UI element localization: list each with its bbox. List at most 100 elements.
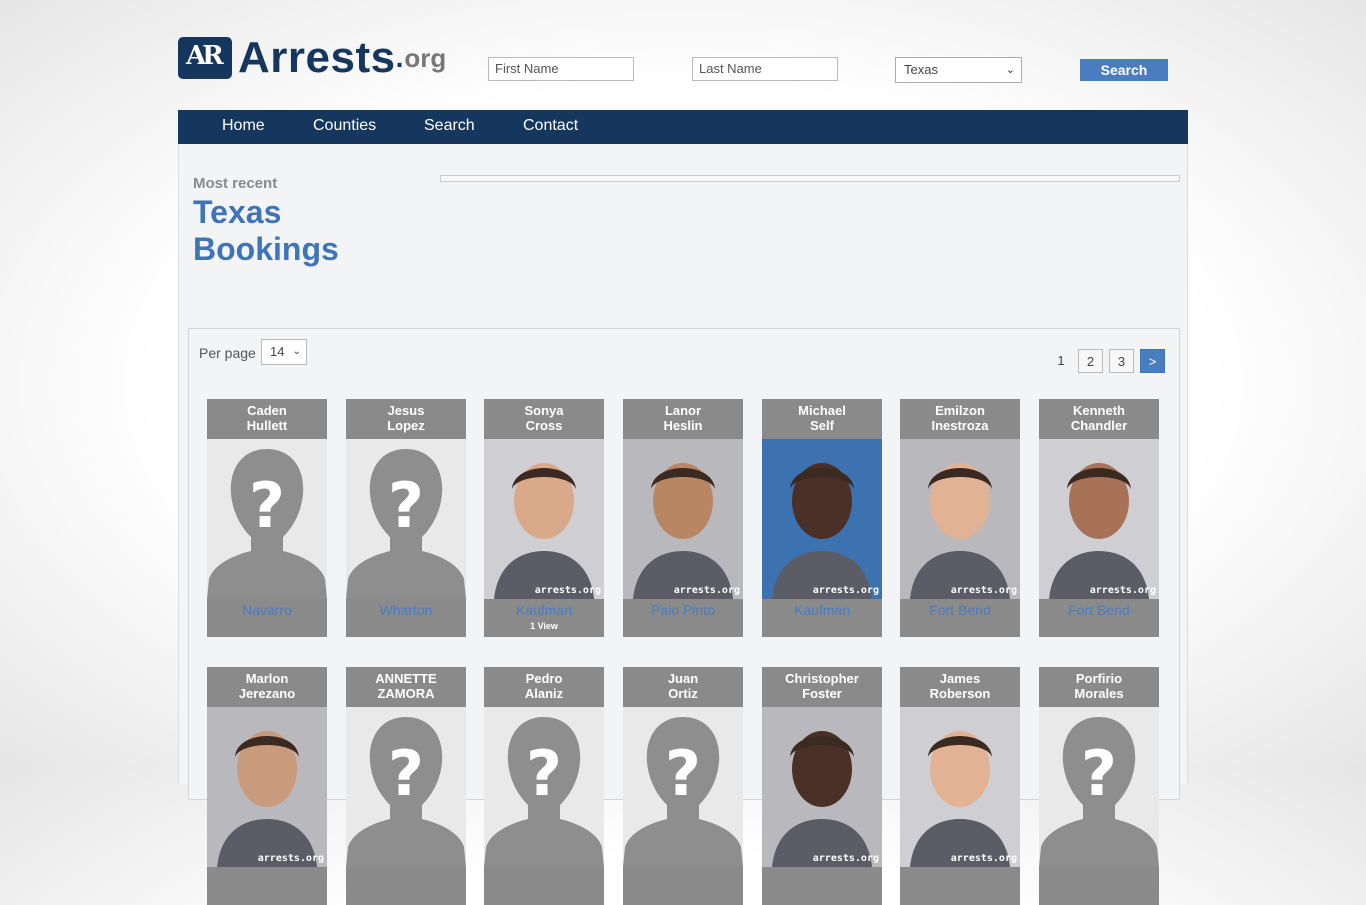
inmate-first-name: Sonya	[524, 403, 564, 418]
inmate-first-name: Pedro	[525, 671, 563, 686]
no-photo-silhouette-icon[interactable]: ?	[207, 439, 327, 599]
county-link[interactable]: Fort Bend	[900, 599, 1020, 621]
page-3-link[interactable]: 3	[1109, 349, 1134, 373]
inmate-last-name: Lopez	[387, 418, 425, 433]
county-link[interactable]: Fort Bend	[1039, 599, 1159, 621]
inmate-name[interactable]: Porfirio Morales	[1039, 667, 1159, 707]
inmate-last-name: Roberson	[929, 686, 991, 701]
inmate-last-name: Heslin	[663, 418, 703, 433]
per-page-select[interactable]: 14 ⌄	[261, 339, 307, 365]
inmate-card[interactable]: ANNETTE ZAMORA?	[346, 667, 466, 905]
inmate-name[interactable]: Lanor Heslin	[623, 399, 743, 439]
last-name-input[interactable]: Last Name	[692, 57, 838, 81]
chevron-down-icon: ⌄	[1005, 64, 1015, 76]
main-content: Most recent Texas Bookings Per page 14 ⌄ …	[178, 144, 1188, 905]
search-button[interactable]: Search	[1080, 59, 1168, 81]
inmate-card[interactable]: Juan Ortiz?	[623, 667, 743, 905]
inmate-last-name: Morales	[1074, 686, 1124, 701]
inmate-last-name: Chandler	[1070, 418, 1128, 433]
nav-home[interactable]: Home	[222, 110, 265, 142]
county-link[interactable]: Palo Pinto	[623, 599, 743, 621]
inmate-name[interactable]: ANNETTE ZAMORA	[346, 667, 466, 707]
site-logo[interactable]: AR Arrests. org	[178, 36, 446, 80]
mugshot-photo[interactable]: arrests.org	[762, 439, 882, 599]
inmate-card[interactable]: Christopher Foster arrests.org	[762, 667, 882, 905]
mugshot-photo[interactable]: arrests.org	[207, 707, 327, 867]
svg-text:?: ?	[249, 469, 285, 542]
county-link[interactable]: Kaufman	[762, 599, 882, 621]
chevron-down-icon: ⌄	[292, 346, 301, 357]
inmate-first-name: Christopher	[785, 671, 859, 686]
watermark: arrests.org	[812, 585, 879, 596]
inmate-card[interactable]: Kenneth Chandler arrests.org Fort Bend	[1039, 399, 1159, 637]
page-title-line1: Texas	[193, 194, 282, 230]
nav-contact[interactable]: Contact	[523, 110, 578, 142]
watermark: arrests.org	[950, 853, 1017, 864]
inmate-name[interactable]: Marlon Jerezano	[207, 667, 327, 707]
mugshot-photo[interactable]: arrests.org	[762, 707, 882, 867]
handcuff-logo-icon: AR	[178, 37, 232, 79]
page-title: Texas Bookings	[193, 194, 339, 268]
mugshot-photo[interactable]: arrests.org	[1039, 439, 1159, 599]
inmate-last-name: Cross	[525, 418, 563, 433]
inmate-card[interactable]: Lanor Heslin arrests.org Palo Pinto	[623, 399, 743, 637]
svg-text:?: ?	[526, 737, 562, 810]
inmate-name[interactable]: Christopher Foster	[762, 667, 882, 707]
inmate-card[interactable]: Michael Self arrests.org Kaufman	[762, 399, 882, 637]
county-link[interactable]: Wharton	[346, 599, 466, 621]
mugshot-photo[interactable]: arrests.org	[623, 439, 743, 599]
inmate-name[interactable]: James Roberson	[900, 667, 1020, 707]
mugshot-photo[interactable]: arrests.org	[900, 707, 1020, 867]
inmate-first-name: ANNETTE	[375, 671, 437, 686]
nav-search[interactable]: Search	[424, 110, 475, 142]
svg-text:?: ?	[665, 737, 701, 810]
watermark: arrests.org	[950, 585, 1017, 596]
mugshot-photo[interactable]: arrests.org	[900, 439, 1020, 599]
watermark: arrests.org	[812, 853, 879, 864]
per-page-label: Per page	[199, 345, 256, 361]
state-select[interactable]: Texas ⌄	[895, 57, 1022, 83]
inmate-name[interactable]: Jesus Lopez	[346, 399, 466, 439]
no-photo-silhouette-icon[interactable]: ?	[484, 707, 604, 867]
most-recent-label: Most recent	[193, 175, 278, 192]
inmate-name[interactable]: Kenneth Chandler	[1039, 399, 1159, 439]
inmate-first-name: James	[939, 671, 981, 686]
inmate-first-name: Kenneth	[1073, 403, 1125, 418]
inmate-first-name: Juan	[667, 671, 699, 686]
inmate-first-name: Michael	[798, 403, 846, 418]
inmate-last-name: Inestroza	[931, 418, 989, 433]
inmate-name[interactable]: Pedro Alaniz	[484, 667, 604, 707]
no-photo-silhouette-icon[interactable]: ?	[1039, 707, 1159, 867]
no-photo-silhouette-icon[interactable]: ?	[623, 707, 743, 867]
inmate-card[interactable]: Porfirio Morales?	[1039, 667, 1159, 905]
inmate-card[interactable]: Sonya Cross arrests.org Kaufman 1 View	[484, 399, 604, 637]
inmate-name[interactable]: Emilzon Inestroza	[900, 399, 1020, 439]
inmate-first-name: Marlon	[245, 671, 289, 686]
inmate-name[interactable]: Sonya Cross	[484, 399, 604, 439]
inmate-name[interactable]: Caden Hullett	[207, 399, 327, 439]
inmate-first-name: Porfirio	[1075, 671, 1123, 686]
inmate-name[interactable]: Michael Self	[762, 399, 882, 439]
view-count: 1 View	[530, 621, 558, 631]
inmate-card[interactable]: Emilzon Inestroza arrests.org Fort Bend	[900, 399, 1020, 637]
inmate-card[interactable]: Jesus Lopez? Wharton	[346, 399, 466, 637]
next-page-button[interactable]: >	[1140, 349, 1165, 373]
inmate-card[interactable]: Pedro Alaniz?	[484, 667, 604, 905]
mugshot-photo[interactable]: arrests.org	[484, 439, 604, 599]
inmate-last-name: Foster	[802, 686, 842, 701]
first-name-input[interactable]: First Name	[488, 57, 634, 81]
page-1-current: 1	[1057, 353, 1065, 368]
no-photo-silhouette-icon[interactable]: ?	[346, 707, 466, 867]
inmate-card[interactable]: James Roberson arrests.org	[900, 667, 1020, 905]
page-2-link[interactable]: 2	[1078, 349, 1103, 373]
inmate-name[interactable]: Juan Ortiz	[623, 667, 743, 707]
inmate-card[interactable]: Marlon Jerezano arrests.org	[207, 667, 327, 905]
inmate-first-name: Caden	[247, 403, 287, 418]
no-photo-silhouette-icon[interactable]: ?	[346, 439, 466, 599]
inmate-card[interactable]: Caden Hullett? Navarro	[207, 399, 327, 637]
watermark: arrests.org	[1089, 585, 1156, 596]
inmate-first-name: Lanor	[664, 403, 702, 418]
nav-counties[interactable]: Counties	[313, 110, 376, 142]
county-link[interactable]: Navarro	[207, 599, 327, 621]
county-link[interactable]: Kaufman	[484, 599, 604, 621]
